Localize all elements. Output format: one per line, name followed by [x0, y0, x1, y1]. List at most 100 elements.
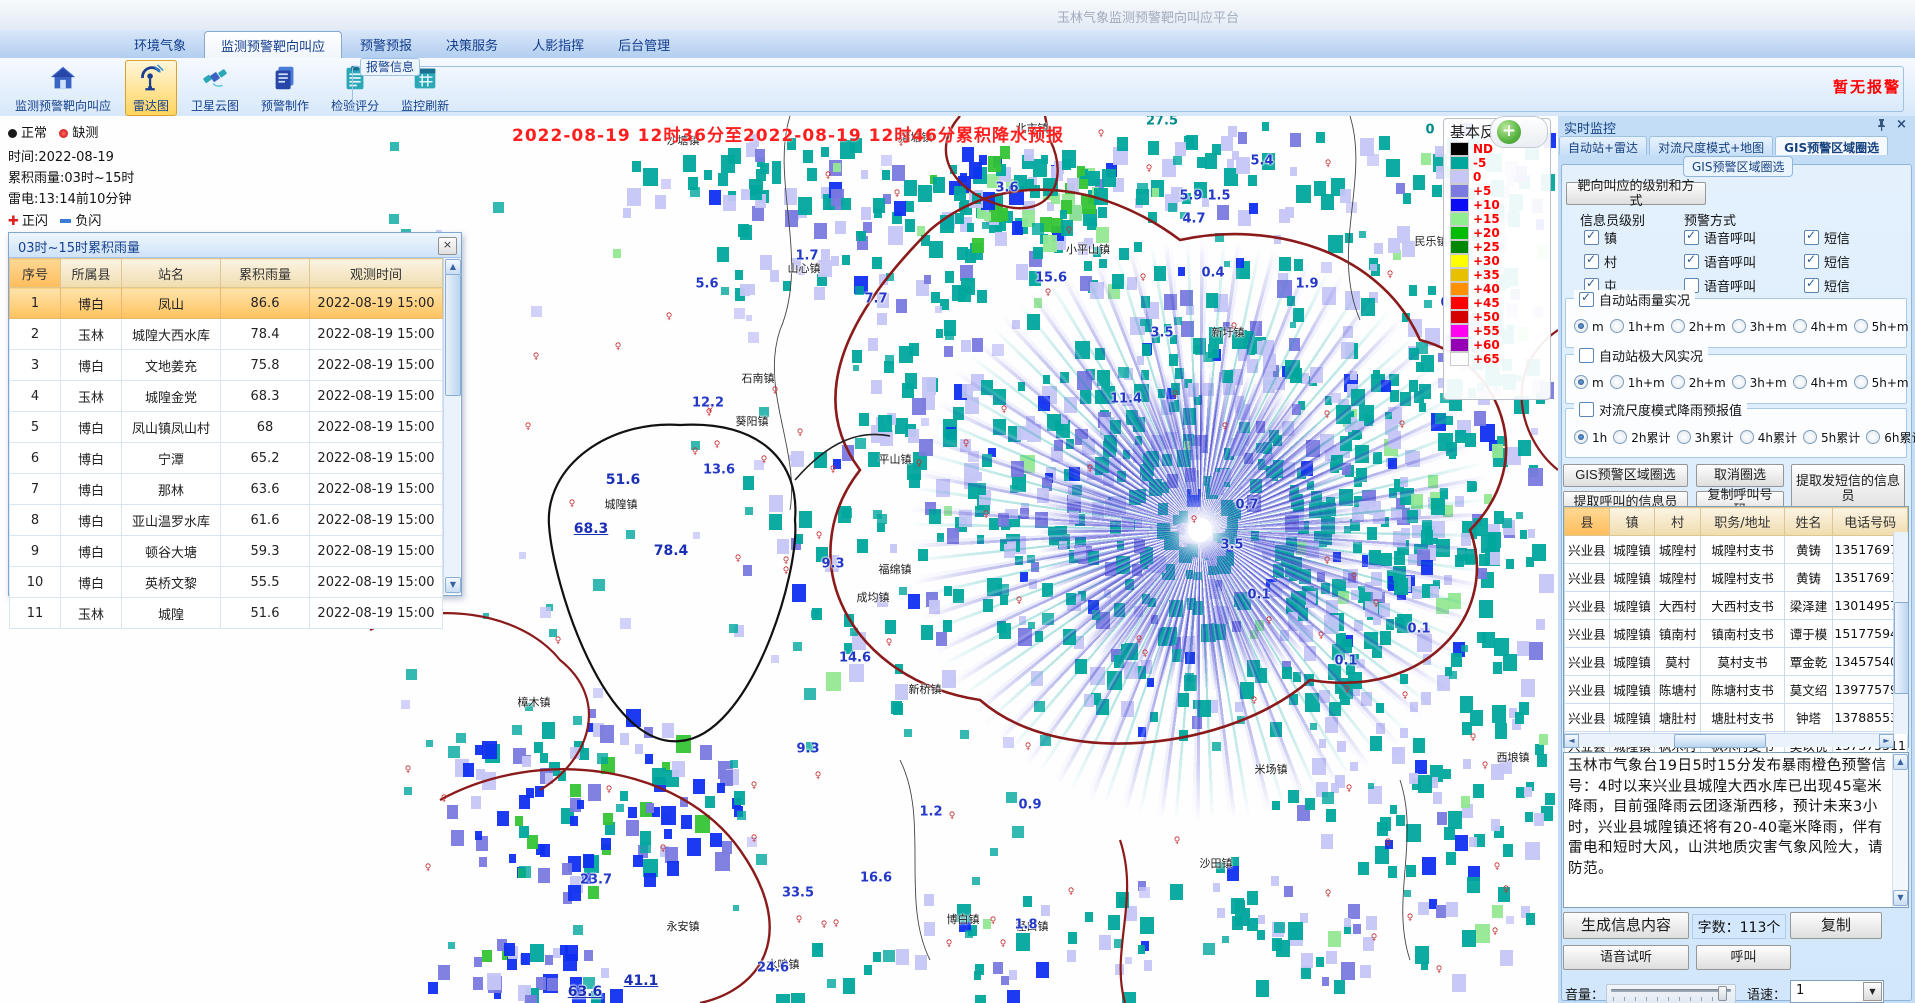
close-icon[interactable]: × [1894, 117, 1909, 132]
scroll-up-icon[interactable]: ▲ [1893, 754, 1908, 770]
scroll-down-icon[interactable]: ▼ [1893, 890, 1908, 906]
slider-thumb[interactable] [1718, 986, 1727, 1001]
warning-message-box[interactable]: 玉林市气象台19日5时15分发布暴雨橙色预警信号：4时以来兴业县城隍大西水库已出… [1563, 752, 1909, 908]
home-button[interactable]: 监测预警靶向叫应 [7, 60, 119, 116]
forecast-checkbox[interactable] [1579, 402, 1594, 417]
radio-3h+m[interactable]: 3h+m [1732, 375, 1787, 390]
rain-col-header[interactable]: 所属县 [61, 259, 122, 288]
table-row[interactable]: 5博白凤山镇凤山村682022-08-19 15:00 [10, 412, 443, 443]
contacts-hscrollbar[interactable]: ◄ ► [1564, 733, 1894, 747]
contact-col-header[interactable]: 职务/地址 [1701, 508, 1784, 536]
contact-row[interactable]: 兴业县城隍镇城隍村城隍村支书黄铸135176975 [1565, 536, 1908, 564]
generate-message-button[interactable]: 生成信息内容 [1563, 912, 1689, 939]
checkbox[interactable] [1684, 230, 1699, 245]
radio-5h累计[interactable]: 5h累计 [1803, 429, 1860, 446]
radio-5h+m[interactable]: 5h+m [1854, 375, 1909, 390]
radio-4h+m[interactable]: 4h+m [1793, 319, 1848, 334]
level-checkbox-村[interactable]: 村 [1584, 252, 1617, 271]
auto-wind-checkbox[interactable] [1579, 348, 1594, 363]
auto-rain-checkbox[interactable] [1579, 292, 1594, 307]
rain-col-header[interactable]: 观测时间 [310, 259, 443, 288]
radio-2h+m[interactable]: 2h+m [1671, 319, 1726, 334]
copy-button[interactable]: 复制 [1790, 912, 1882, 939]
contact-row[interactable]: 兴业县城隍镇陈塘村陈塘村支书莫文绍139775796 [1565, 676, 1908, 704]
radio-1h+m[interactable]: 1h+m [1610, 375, 1665, 390]
menu-tab-4[interactable]: 决策服务 [430, 31, 514, 58]
menu-tab-3[interactable]: 预警预报 [344, 31, 428, 58]
voice-checkbox-镇[interactable]: 语音呼叫 [1684, 228, 1756, 247]
contact-row[interactable]: 兴业县城隍镇城隍村城隍村支书黄铸135176975 [1565, 564, 1908, 592]
call-button[interactable]: 呼叫 [1696, 945, 1791, 970]
level-checkbox-镇[interactable]: 镇 [1584, 228, 1617, 247]
contact-row[interactable]: 兴业县城隍镇塘肚村塘肚村支书钟塔137885534 [1565, 704, 1908, 732]
radio-5h+m[interactable]: 5h+m [1854, 319, 1909, 334]
add-zoom-icon[interactable]: + [1497, 120, 1521, 144]
message-scrollbar[interactable]: ▲ ▼ [1892, 753, 1908, 907]
table-row[interactable]: 6博白宁潭65.22022-08-19 15:00 [10, 443, 443, 474]
table-row[interactable]: 3博白文地姜充75.82022-08-19 15:00 [10, 350, 443, 381]
rain-col-header[interactable]: 序号 [10, 259, 61, 288]
scroll-right-icon[interactable]: ► [1879, 734, 1894, 748]
panel-tab-2[interactable]: 对流尺度模式+地图 [1649, 136, 1773, 155]
tts-preview-button[interactable]: 语音试听 [1563, 945, 1689, 970]
cancel-circle-button[interactable]: 取消圈选 [1696, 464, 1784, 487]
rain-col-header[interactable]: 站名 [122, 259, 221, 288]
scroll-thumb[interactable] [1894, 602, 1909, 694]
contact-col-header[interactable]: 村 [1655, 508, 1701, 536]
scroll-thumb[interactable] [1674, 734, 1766, 748]
pin-icon[interactable] [1874, 118, 1889, 133]
menu-tab-6[interactable]: 后台管理 [602, 31, 686, 58]
call-level-button[interactable]: 靶向叫应的级别和方式 [1566, 182, 1706, 205]
table-row[interactable]: 1博白凤山86.62022-08-19 15:00 [10, 288, 443, 319]
radio-m[interactable]: m [1574, 375, 1604, 390]
contact-row[interactable]: 兴业县城隍镇莫村莫村支书覃金乾134575405 [1565, 648, 1908, 676]
sms-checkbox-屯[interactable]: 短信 [1804, 276, 1850, 295]
table-row[interactable]: 4玉林城隍金党68.32022-08-19 15:00 [10, 381, 443, 412]
radio-2h+m[interactable]: 2h+m [1671, 375, 1726, 390]
radio-1h+m[interactable]: 1h+m [1610, 319, 1665, 334]
checkbox[interactable] [1804, 230, 1819, 245]
chevron-down-icon[interactable]: ▼ [1863, 982, 1882, 1001]
warning-doc-button[interactable]: 预警制作 [253, 60, 317, 116]
menu-tab-2[interactable]: 监测预警靶向叫应 [204, 31, 342, 58]
close-icon[interactable]: × [438, 237, 457, 255]
contact-row[interactable]: 兴业县城隍镇大西村大西村支书梁泽建130149571 [1565, 592, 1908, 620]
radio-1h[interactable]: 1h [1574, 430, 1607, 445]
radio-4h累计[interactable]: 4h累计 [1740, 429, 1797, 446]
panel-tab-1[interactable]: 自动站+雷达 [1559, 136, 1647, 155]
voice-checkbox-村[interactable]: 语音呼叫 [1684, 252, 1756, 271]
rain-window-titlebar[interactable]: 03时~15时累积雨量 × [9, 233, 461, 258]
table-row[interactable]: 10博白英桥文黎55.52022-08-19 15:00 [10, 567, 443, 598]
table-row[interactable]: 7博白那林63.62022-08-19 15:00 [10, 474, 443, 505]
gis-circle-button[interactable]: GIS预警区域圈选 [1563, 464, 1688, 487]
radio-2h累计[interactable]: 2h累计 [1613, 429, 1670, 446]
speed-combobox[interactable]: 1 ▼ [1790, 980, 1884, 1003]
scroll-left-icon[interactable]: ◄ [1564, 734, 1579, 748]
radio-6h累计[interactable]: 6h累计 [1866, 429, 1915, 446]
scroll-up-icon[interactable]: ▲ [445, 259, 461, 275]
radio-m[interactable]: m [1574, 319, 1604, 334]
table-row[interactable]: 2玉林城隍大西水库78.42022-08-19 15:00 [10, 319, 443, 350]
panel-tab-3[interactable]: GIS预警区域圈选 [1775, 136, 1888, 155]
checkbox[interactable] [1684, 254, 1699, 269]
scroll-thumb[interactable] [445, 274, 461, 396]
radar-map[interactable]: ♀♀♀♀♀♀♀♀♀♀♀♀♀♀♀♀♀♀♀♀♀♀♀♀♀♀♀♀♀♀♀♀♀♀♀♀♀♀♀♀… [0, 116, 1559, 1003]
sms-checkbox-村[interactable]: 短信 [1804, 252, 1850, 271]
satellite-button[interactable]: 卫星云图 [183, 60, 247, 116]
table-row[interactable]: 8博白亚山温罗水库61.62022-08-19 15:00 [10, 505, 443, 536]
checkbox[interactable] [1804, 254, 1819, 269]
checkbox[interactable] [1804, 278, 1819, 293]
sms-checkbox-镇[interactable]: 短信 [1804, 228, 1850, 247]
checkbox[interactable] [1584, 230, 1599, 245]
table-row[interactable]: 11玉林城隍51.62022-08-19 15:00 [10, 598, 443, 629]
menu-tab-5[interactable]: 人影指挥 [516, 31, 600, 58]
contact-col-header[interactable]: 县 [1565, 508, 1610, 536]
rain-col-header[interactable]: 累积雨量 [221, 259, 310, 288]
contact-row[interactable]: 兴业县城隍镇镇南村镇南村支书谭于模151775946 [1565, 620, 1908, 648]
radio-4h+m[interactable]: 4h+m [1793, 375, 1848, 390]
checkbox[interactable] [1584, 254, 1599, 269]
scroll-down-icon[interactable]: ▼ [445, 577, 461, 593]
contacts-vscrollbar[interactable] [1893, 532, 1908, 734]
volume-slider[interactable] [1606, 984, 1736, 1003]
menu-tab-1[interactable]: 环境气象 [118, 31, 202, 58]
